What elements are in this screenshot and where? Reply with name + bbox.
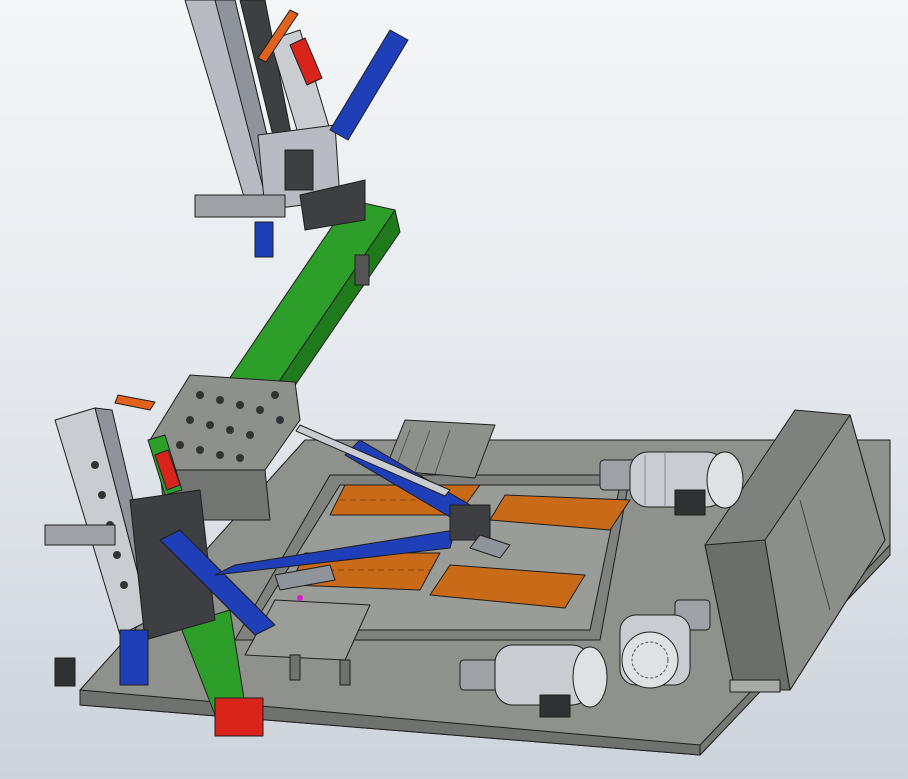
blue-cylinder-upper: [329, 29, 409, 141]
spring-bar: [114, 394, 156, 411]
cad-viewport[interactable]: [0, 0, 908, 779]
motor-fan-cover: [621, 631, 679, 689]
blue-cylinder-vertical: [119, 629, 149, 686]
blue-cylinder-vertical: [254, 221, 274, 258]
motor-terminal-box: [674, 489, 706, 516]
side-cylinder: [44, 524, 116, 546]
motor-fan-cover: [572, 646, 608, 708]
origin-marker: [297, 595, 303, 601]
foot-bracket: [54, 657, 76, 687]
horizontal-cylinder: [194, 194, 286, 218]
motor-terminal-box: [539, 694, 571, 718]
clamp-head: [449, 504, 491, 541]
motor-fan-cover: [706, 451, 744, 509]
cad-assembly-view[interactable]: [0, 0, 908, 779]
beam-bracket: [354, 254, 370, 286]
carriage-motor: [284, 149, 314, 191]
end-stop-cap[interactable]: [214, 697, 264, 737]
